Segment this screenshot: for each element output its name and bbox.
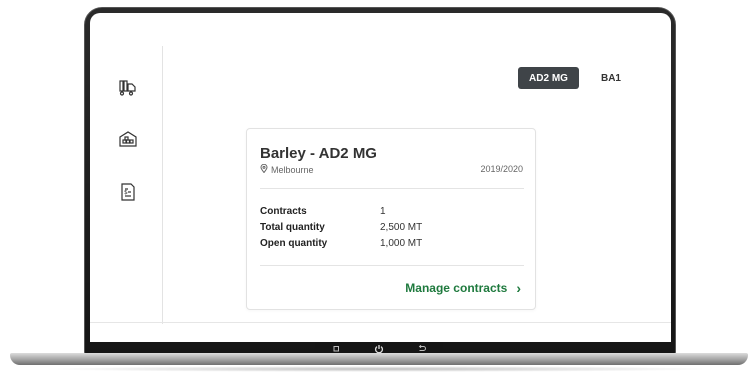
season: 2019/2020 [480, 164, 523, 174]
location: Melbourne [260, 163, 314, 175]
divider [260, 265, 524, 266]
location-pin-icon [260, 163, 268, 175]
app-screen: $ AD2 MG BA1 Barley - AD2 MG Melbourne 2… [90, 13, 671, 342]
warehouse-icon[interactable] [117, 128, 139, 150]
card-title: Barley - AD2 MG [260, 145, 377, 162]
stat-label: Total quantity [260, 222, 325, 233]
stat-value: 1 [380, 206, 386, 217]
laptop-base [10, 353, 748, 365]
power-icon[interactable] [371, 344, 387, 354]
sidebar: $ [90, 46, 163, 324]
manage-contracts-link[interactable]: Manage contracts › [405, 280, 521, 296]
invoice-icon[interactable]: $ [117, 181, 139, 203]
stat-value: 2,500 MT [380, 222, 423, 233]
stat-row-contracts: Contracts 1 [260, 206, 386, 217]
contract-summary-card: Barley - AD2 MG Melbourne 2019/2020 Cont… [246, 128, 536, 310]
stat-row-total-quantity: Total quantity 2,500 MT [260, 222, 422, 233]
stat-label: Contracts [260, 206, 307, 217]
tab-ba1[interactable]: BA1 [593, 67, 629, 89]
recents-icon[interactable] [328, 345, 344, 352]
stat-row-open-quantity: Open quantity 1,000 MT [260, 238, 422, 249]
laptop-shadow [40, 366, 720, 372]
chevron-right-icon: › [516, 280, 521, 296]
back-icon[interactable] [414, 345, 430, 352]
divider [260, 188, 524, 189]
stat-label: Open quantity [260, 238, 328, 249]
tab-ad2-mg[interactable]: AD2 MG [518, 67, 579, 89]
stat-value: 1,000 MT [380, 238, 423, 249]
footer-divider [90, 322, 671, 323]
manage-contracts-label: Manage contracts [405, 281, 508, 295]
trucks-icon[interactable] [117, 77, 139, 99]
location-text: Melbourne [271, 164, 314, 175]
svg-text:$: $ [124, 189, 128, 196]
